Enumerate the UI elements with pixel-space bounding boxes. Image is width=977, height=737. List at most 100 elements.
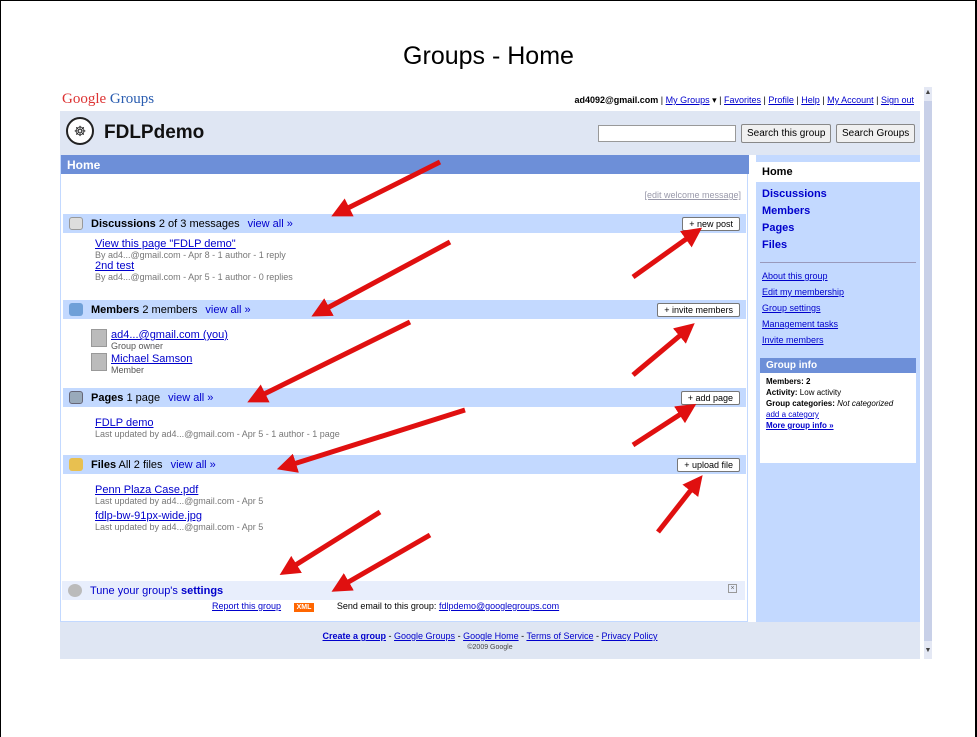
member-link[interactable]: ad4...@gmail.com (you) — [111, 329, 228, 341]
pages-section: Pages 1 page view all » + add page — [63, 388, 746, 407]
profile-link[interactable]: Profile — [768, 95, 794, 105]
file-link[interactable]: fdlp-bw-91px-wide.jpg — [95, 510, 263, 522]
edit-welcome-link[interactable]: [edit welcome message] — [644, 190, 741, 200]
member-role: Member — [111, 365, 145, 375]
logo-google: Google — [62, 91, 107, 107]
google-groups-logo[interactable]: Google Groups — [62, 91, 154, 108]
avatar — [91, 329, 107, 347]
new-post-button[interactable]: + new post — [682, 217, 740, 231]
pages-icon — [69, 391, 83, 404]
search-this-group-button[interactable]: Search this group — [741, 124, 832, 143]
screenshot: Google Groups ad4092@gmail.com | My Grou… — [60, 87, 932, 659]
member-role: Group owner — [111, 341, 164, 351]
list-item: View this page "FDLP demo" By ad4...@gma… — [95, 238, 293, 282]
tune-settings-link[interactable]: settings — [181, 585, 223, 597]
user-email: ad4092@gmail.com — [574, 95, 659, 105]
scrollbar-thumb[interactable] — [924, 101, 932, 641]
privacy-link[interactable]: Privacy Policy — [601, 631, 657, 641]
tune-prefix: Tune your group's — [90, 585, 178, 597]
scrollbar[interactable]: ▲ ▼ — [924, 87, 932, 659]
top-bar: Google Groups ad4092@gmail.com | My Grou… — [60, 87, 920, 111]
discussions-count: 2 of 3 messages — [158, 218, 240, 230]
avatar — [91, 353, 107, 371]
list-item: ad4...@gmail.com (you) Group owner — [91, 329, 228, 351]
group-info-header: Group info — [760, 358, 916, 373]
group-settings-link[interactable]: Group settings — [762, 303, 821, 313]
group-info-box: Group info Members: 2 Activity: Low acti… — [760, 358, 916, 463]
page-meta: Last updated by ad4...@gmail.com - Apr 5… — [95, 429, 340, 439]
invite-members-button[interactable]: + invite members — [657, 303, 740, 317]
group-name[interactable]: FDLPdemo — [104, 122, 204, 144]
edit-membership-link[interactable]: Edit my membership — [762, 287, 844, 297]
files-count: All 2 files — [118, 459, 163, 471]
group-email-link[interactable]: fdlpdemo@googlegroups.com — [439, 601, 559, 611]
discussion-meta: By ad4...@gmail.com - Apr 5 - 1 author -… — [95, 272, 293, 282]
search-groups-button[interactable]: Search Groups — [836, 124, 916, 143]
report-row: Report this group XML Send email to this… — [212, 601, 559, 612]
favorites-link[interactable]: Favorites — [724, 95, 761, 105]
list-item: FDLP demo Last updated by ad4...@gmail.c… — [95, 417, 340, 439]
discussions-view-all[interactable]: view all » — [248, 218, 293, 230]
copyright: ©2009 Google — [467, 644, 513, 651]
sidebar-item-members[interactable]: Members — [762, 205, 810, 217]
sidebar-item-discussions[interactable]: Discussions — [762, 188, 827, 200]
settings-gear-icon — [68, 584, 82, 597]
sign-out-link[interactable]: Sign out — [881, 95, 914, 105]
categories-value: Not categorized — [837, 399, 894, 408]
list-item: Penn Plaza Case.pdf Last updated by ad4.… — [95, 484, 263, 532]
more-group-info-link[interactable]: More group info » — [766, 421, 834, 430]
dropdown-icon[interactable]: ▾ — [712, 95, 717, 105]
members-icon — [69, 303, 83, 316]
page-link[interactable]: FDLP demo — [95, 417, 340, 429]
sidebar-item-files[interactable]: Files — [762, 239, 787, 251]
discussions-section: Discussions 2 of 3 messages view all » + … — [63, 214, 746, 233]
discussion-link[interactable]: View this page "FDLP demo" — [95, 238, 293, 250]
scroll-down-icon[interactable]: ▼ — [924, 647, 932, 657]
help-link[interactable]: Help — [801, 95, 820, 105]
google-groups-link[interactable]: Google Groups — [394, 631, 455, 641]
discussion-meta: By ad4...@gmail.com - Apr 8 - 1 author -… — [95, 250, 286, 260]
activity-value: Low activity — [799, 388, 842, 397]
add-category-link[interactable]: add a category — [766, 410, 819, 419]
members-title: Members — [91, 304, 140, 316]
sidebar-item-home[interactable]: Home — [756, 162, 920, 182]
invite-members-link[interactable]: Invite members — [762, 335, 824, 345]
user-links: ad4092@gmail.com | My Groups ▾ | Favorit… — [574, 95, 914, 105]
sidebar: Home Discussions Members Pages Files Abo… — [756, 155, 920, 622]
my-account-link[interactable]: My Account — [827, 95, 874, 105]
close-icon[interactable]: × — [728, 584, 737, 593]
scroll-up-icon[interactable]: ▲ — [924, 89, 932, 99]
xml-feed-icon[interactable]: XML — [293, 603, 315, 612]
file-meta: Last updated by ad4...@gmail.com - Apr 5 — [95, 496, 264, 506]
slide-title: Groups - Home — [403, 42, 574, 70]
google-home-link[interactable]: Google Home — [463, 631, 519, 641]
members-view-all[interactable]: view all » — [205, 304, 250, 316]
report-group-link[interactable]: Report this group — [212, 601, 281, 611]
sidebar-divider — [760, 262, 916, 263]
files-icon — [69, 458, 83, 471]
discussion-link[interactable]: 2nd test — [95, 260, 293, 272]
group-logo-icon: ☸ — [66, 117, 94, 145]
files-title: Files — [91, 459, 117, 471]
member-link[interactable]: Michael Samson — [111, 353, 192, 365]
members-label: Members: — [766, 377, 804, 386]
add-page-button[interactable]: + add page — [680, 391, 740, 405]
upload-file-button[interactable]: + upload file — [677, 458, 740, 472]
files-view-all[interactable]: view all » — [171, 459, 216, 471]
members-count: 2 members — [142, 304, 198, 316]
pages-title: Pages — [91, 392, 124, 404]
discussions-icon — [69, 217, 83, 230]
members-value: 2 — [806, 377, 811, 386]
create-group-link[interactable]: Create a group — [323, 631, 387, 641]
terms-link[interactable]: Terms of Service — [526, 631, 593, 641]
pages-view-all[interactable]: view all » — [168, 392, 213, 404]
file-link[interactable]: Penn Plaza Case.pdf — [95, 484, 263, 496]
sidebar-item-pages[interactable]: Pages — [762, 222, 794, 234]
search-input[interactable] — [598, 125, 736, 142]
logo-groups: Groups — [109, 91, 155, 107]
management-tasks-link[interactable]: Management tasks — [762, 319, 838, 329]
send-email-text: Send email to this group: — [336, 601, 437, 611]
my-groups-link[interactable]: My Groups — [666, 95, 710, 105]
pages-count: 1 page — [126, 392, 161, 404]
about-group-link[interactable]: About this group — [762, 271, 828, 281]
